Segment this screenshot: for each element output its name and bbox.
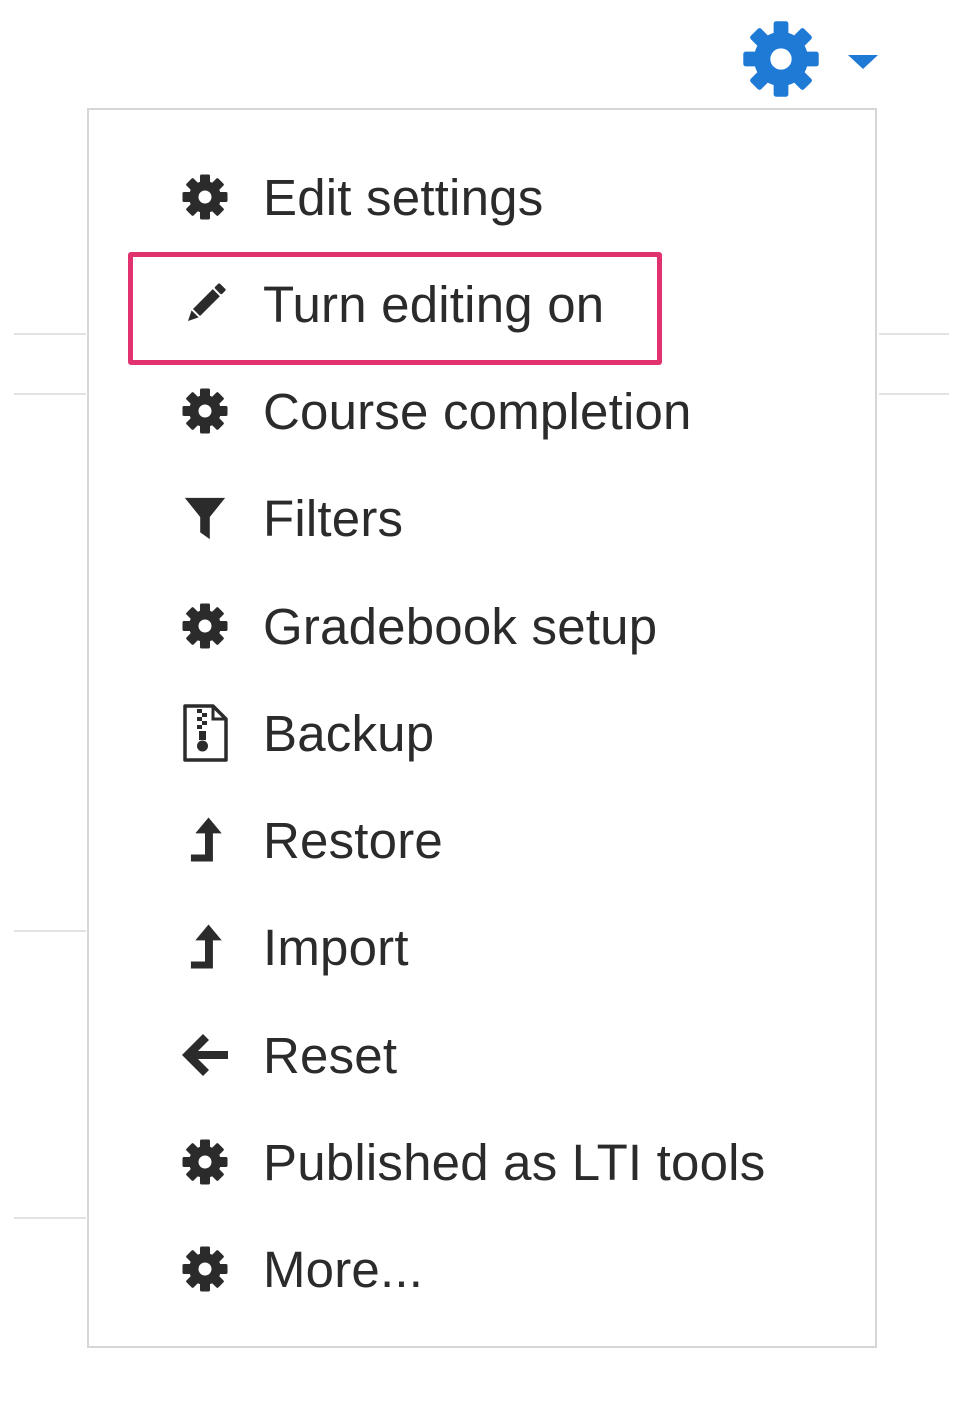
gear-icon (177, 598, 233, 654)
settings-menu-trigger[interactable] (740, 18, 890, 100)
page-divider (14, 333, 86, 335)
menu-item-gradebook-setup[interactable]: Gradebook setup (177, 586, 657, 666)
file-zip-icon (177, 704, 233, 762)
page: Edit settings Turn editing on Course com… (0, 0, 964, 1416)
arrow-left-icon (177, 1027, 233, 1083)
menu-item-label: Filters (263, 489, 404, 547)
menu-item-label: Gradebook setup (263, 597, 658, 655)
menu-item-label: Published as LTI tools (263, 1133, 766, 1191)
menu-item-restore[interactable]: Restore (177, 800, 443, 880)
menu-item-reset[interactable]: Reset (177, 1015, 397, 1095)
menu-item-label: Restore (263, 811, 443, 869)
menu-item-import[interactable]: Import (177, 907, 409, 987)
gear-icon (743, 21, 819, 97)
menu-item-label: Edit settings (263, 168, 544, 226)
page-divider (879, 393, 949, 395)
gear-icon (177, 1134, 233, 1190)
caret-down-icon (848, 55, 878, 69)
page-divider (14, 393, 86, 395)
menu-item-turn-editing-on[interactable]: Turn editing on (177, 264, 604, 344)
menu-item-published-as-lti-tools[interactable]: Published as LTI tools (177, 1122, 765, 1202)
menu-item-label: Import (263, 918, 409, 976)
pencil-icon (177, 276, 233, 332)
gear-icon (177, 383, 233, 439)
menu-item-backup[interactable]: Backup (177, 693, 434, 773)
gear-icon (177, 169, 233, 225)
menu-item-label: Turn editing on (263, 275, 605, 333)
menu-item-more[interactable]: More... (177, 1229, 423, 1309)
page-divider (879, 333, 949, 335)
gear-icon (177, 1241, 233, 1297)
page-divider (14, 1217, 86, 1219)
menu-item-label: Course completion (263, 382, 692, 440)
menu-item-label: More... (263, 1240, 424, 1298)
menu-item-filters[interactable]: Filters (177, 478, 403, 558)
level-up-icon (177, 812, 233, 868)
menu-item-label: Reset (263, 1026, 398, 1084)
page-divider (14, 930, 86, 932)
menu-item-label: Backup (263, 704, 435, 762)
menu-item-edit-settings[interactable]: Edit settings (177, 157, 543, 237)
level-up-icon (177, 919, 233, 975)
settings-dropdown-menu: Edit settings Turn editing on Course com… (87, 108, 877, 1348)
filter-icon (177, 490, 233, 546)
menu-item-course-completion[interactable]: Course completion (177, 371, 692, 451)
